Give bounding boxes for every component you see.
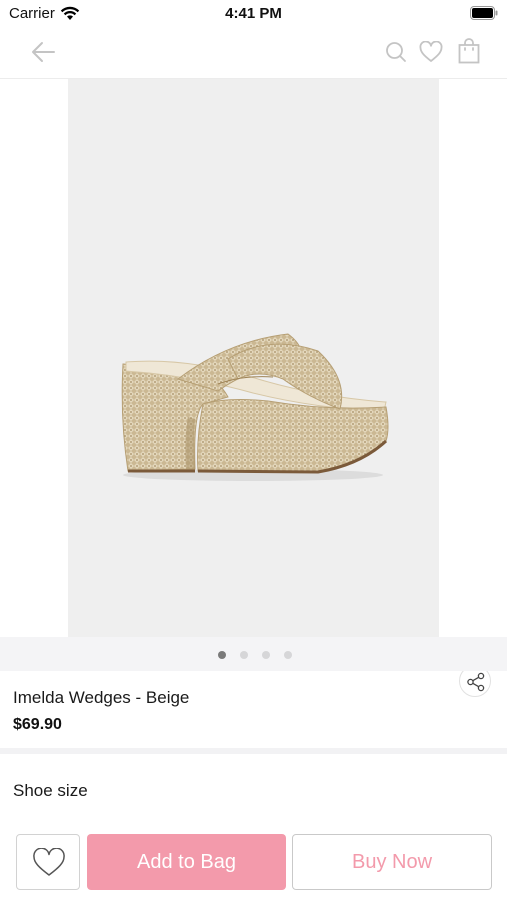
page-dot-4[interactable] [284, 651, 292, 659]
add-to-bag-button[interactable]: Add to Bag [87, 834, 286, 890]
product-image[interactable] [68, 79, 439, 637]
shopping-bag-icon[interactable] [458, 38, 480, 64]
heart-icon [33, 848, 65, 876]
product-gallery[interactable] [0, 79, 507, 697]
shoe-size-label: Shoe size [13, 781, 88, 800]
back-arrow-icon[interactable] [30, 40, 56, 64]
wishlist-heart-icon[interactable] [419, 41, 443, 63]
wedge-sandal-image [121, 333, 389, 481]
product-name: Imelda Wedges - Beige [13, 688, 190, 707]
gallery-page-indicator [0, 637, 507, 671]
page-dot-2[interactable] [240, 651, 248, 659]
clock: 4:41 PM [225, 5, 282, 22]
section-divider [0, 748, 507, 754]
page-dot-1[interactable] [218, 651, 226, 659]
add-to-wishlist-button[interactable] [16, 834, 80, 890]
status-bar: Carrier 4:41 PM [0, 0, 507, 28]
page-dot-3[interactable] [262, 651, 270, 659]
battery-icon [470, 6, 498, 20]
share-icon [467, 672, 485, 692]
navigation-bar [0, 28, 507, 79]
search-icon[interactable] [385, 41, 407, 63]
buy-now-button[interactable]: Buy Now [292, 834, 492, 890]
product-price: $69.90 [13, 716, 62, 733]
